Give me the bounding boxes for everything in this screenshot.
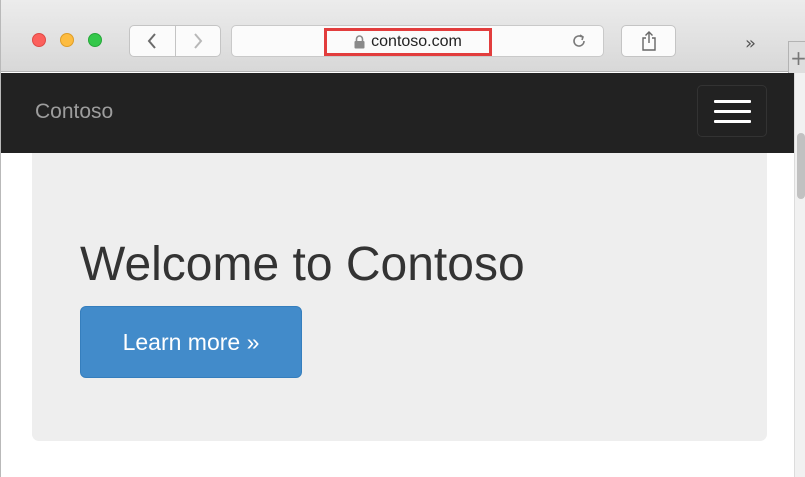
vertical-scrollbar[interactable]: [794, 73, 805, 477]
share-button[interactable]: [621, 25, 676, 57]
site-navbar: Contoso: [1, 73, 794, 153]
back-button[interactable]: [130, 26, 175, 56]
scrollbar-thumb[interactable]: [797, 133, 805, 199]
page-content: Welcome to Contoso Learn more »: [1, 153, 794, 477]
forward-button[interactable]: [174, 26, 221, 56]
chevron-right-icon: [193, 33, 203, 49]
lock-icon: [354, 35, 365, 49]
minimize-window-button[interactable]: [60, 33, 74, 47]
address-bar[interactable]: contoso.com: [231, 25, 604, 57]
browser-toolbar: contoso.com » +: [1, 0, 805, 73]
chevron-left-icon: [147, 33, 157, 49]
hamburger-menu-icon: [713, 109, 751, 113]
new-tab-button[interactable]: +: [788, 41, 805, 73]
toolbar-overflow-button[interactable]: »: [745, 33, 756, 54]
close-window-button[interactable]: [32, 33, 46, 47]
reload-button[interactable]: [569, 31, 589, 51]
zoom-window-button[interactable]: [88, 33, 102, 47]
learn-more-button[interactable]: Learn more »: [80, 306, 302, 378]
jumbotron: Welcome to Contoso Learn more »: [32, 153, 767, 441]
menu-toggle-button[interactable]: [697, 85, 767, 137]
hamburger-menu-icon: [713, 119, 751, 123]
url-text: contoso.com: [371, 33, 462, 50]
reload-icon: [573, 34, 585, 47]
url-highlight-box: contoso.com: [324, 28, 492, 56]
brand-link[interactable]: Contoso: [35, 100, 113, 124]
hamburger-menu-icon: [713, 99, 751, 103]
browser-window: contoso.com » + Contoso: [0, 0, 805, 477]
page-title: Welcome to Contoso: [80, 238, 525, 291]
share-icon: [641, 31, 656, 51]
history-navigation: [129, 25, 221, 57]
